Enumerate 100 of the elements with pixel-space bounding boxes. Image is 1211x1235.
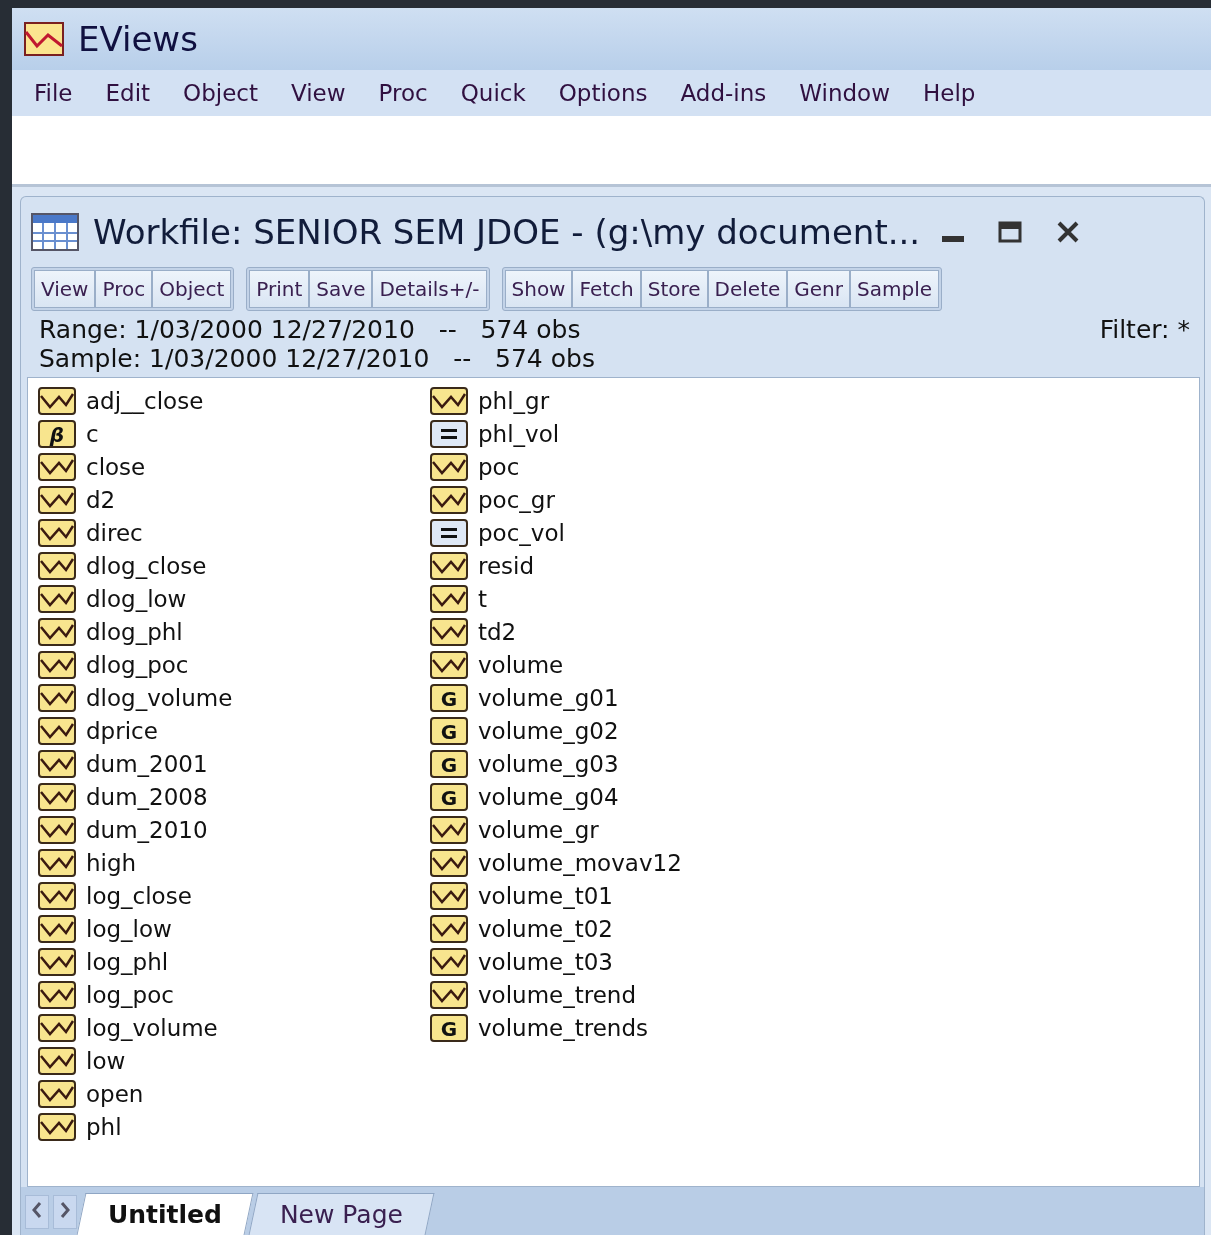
page-tab[interactable]: New Page bbox=[248, 1193, 435, 1235]
list-item-label[interactable]: poc_vol bbox=[478, 519, 565, 546]
list-item-label[interactable]: dlog_low bbox=[86, 585, 187, 612]
series-icon bbox=[430, 947, 468, 976]
list-item-label[interactable]: open bbox=[86, 1080, 144, 1107]
group-icon: G bbox=[430, 749, 468, 778]
list-item-label[interactable]: log_volume bbox=[86, 1014, 218, 1041]
toolbar-button[interactable]: Save bbox=[309, 270, 373, 308]
series-icon bbox=[430, 980, 468, 1009]
series-icon bbox=[38, 749, 76, 778]
list-item-label[interactable]: volume_g01 bbox=[478, 684, 619, 711]
list-item-label[interactable]: volume_t01 bbox=[478, 882, 613, 909]
menu-item[interactable]: Help bbox=[922, 80, 976, 106]
table-icon bbox=[31, 213, 79, 251]
app-title: EViews bbox=[78, 19, 198, 59]
list-item-label[interactable]: dlog_phl bbox=[86, 618, 183, 645]
toolbar-button[interactable]: Store bbox=[640, 270, 708, 308]
page-tab[interactable]: Untitled bbox=[76, 1193, 254, 1235]
menu-item[interactable]: Edit bbox=[105, 80, 151, 106]
list-item-label[interactable]: volume_gr bbox=[478, 816, 599, 843]
list-item-label[interactable]: volume bbox=[478, 651, 564, 678]
minimize-icon[interactable] bbox=[942, 236, 965, 242]
list-item-label[interactable]: direc bbox=[86, 519, 143, 546]
group-icon: G bbox=[430, 1013, 468, 1042]
series-icon bbox=[430, 848, 468, 877]
series-icon bbox=[38, 947, 76, 976]
list-item-label[interactable]: td2 bbox=[478, 618, 517, 645]
list-item-label[interactable]: volume_t02 bbox=[478, 915, 613, 942]
list-item-label[interactable]: dum_2008 bbox=[86, 783, 208, 810]
list-item-label[interactable]: volume_trends bbox=[478, 1014, 648, 1041]
list-item-label[interactable]: adj__close bbox=[86, 387, 204, 414]
toolbar-button[interactable]: Details+/- bbox=[372, 270, 487, 308]
menu-item[interactable]: File bbox=[34, 80, 73, 106]
group-icon: G bbox=[430, 782, 468, 811]
coefficient-icon: β bbox=[38, 419, 76, 448]
list-item-label[interactable]: volume_g04 bbox=[478, 783, 619, 810]
list-item-label[interactable]: dlog_volume bbox=[86, 684, 233, 711]
toolbar-button[interactable]: Genr bbox=[787, 270, 850, 308]
menu-item[interactable]: Object bbox=[183, 80, 258, 106]
list-item-label[interactable]: volume_g02 bbox=[478, 717, 619, 744]
list-item-label[interactable]: low bbox=[86, 1047, 126, 1074]
series-icon bbox=[430, 815, 468, 844]
list-item-label[interactable]: c bbox=[86, 420, 99, 447]
series-icon bbox=[38, 848, 76, 877]
menu-item[interactable]: View bbox=[290, 80, 346, 106]
series-icon bbox=[430, 452, 468, 481]
series-icon bbox=[38, 650, 76, 679]
menu-item[interactable]: Proc bbox=[378, 80, 428, 106]
toolbar-button[interactable]: Sample bbox=[850, 270, 939, 308]
list-item-label[interactable]: dprice bbox=[86, 717, 158, 744]
series-icon bbox=[38, 1046, 76, 1075]
list-item-label[interactable]: poc_gr bbox=[478, 486, 555, 513]
list-item-label[interactable]: volume_movav12 bbox=[478, 849, 682, 876]
list-item-label[interactable]: dlog_poc bbox=[86, 651, 189, 678]
toolbar-button[interactable]: Print bbox=[249, 270, 310, 308]
series-icon bbox=[38, 617, 76, 646]
sample-text: Sample: 1/03/2000 12/27/2010 -- 574 obs bbox=[39, 344, 595, 373]
list-item-label[interactable]: volume_t03 bbox=[478, 948, 613, 975]
menu-item[interactable]: Window bbox=[799, 80, 890, 106]
list-item-label[interactable]: phl bbox=[86, 1113, 122, 1140]
close-icon[interactable] bbox=[1056, 220, 1081, 244]
menu-item[interactable]: Quick bbox=[460, 80, 526, 106]
equation-icon bbox=[430, 419, 468, 448]
scroll-right-button[interactable] bbox=[53, 1195, 77, 1229]
group-icon: G bbox=[430, 683, 468, 712]
list-item-label[interactable]: phl_vol bbox=[478, 420, 560, 447]
series-icon bbox=[38, 1079, 76, 1108]
list-item-label[interactable]: log_poc bbox=[86, 981, 174, 1008]
series-icon bbox=[430, 386, 468, 415]
series-icon bbox=[430, 584, 468, 613]
series-icon bbox=[430, 617, 468, 646]
list-item-label[interactable]: volume_g03 bbox=[478, 750, 619, 777]
list-item-label[interactable]: close bbox=[86, 453, 146, 480]
series-icon bbox=[430, 485, 468, 514]
list-item-label[interactable]: phl_gr bbox=[478, 387, 550, 414]
series-icon bbox=[430, 551, 468, 580]
list-item-label[interactable]: log_low bbox=[86, 915, 172, 942]
toolbar-button[interactable]: Proc bbox=[95, 270, 153, 308]
list-item-label[interactable]: resid bbox=[478, 552, 535, 579]
scroll-left-button[interactable] bbox=[25, 1195, 49, 1229]
list-item-label[interactable]: dlog_close bbox=[86, 552, 207, 579]
list-item-label[interactable]: poc bbox=[478, 453, 520, 480]
list-item-label[interactable]: volume_trend bbox=[478, 981, 636, 1008]
toolbar-button[interactable]: Fetch bbox=[572, 270, 641, 308]
toolbar-button[interactable]: Delete bbox=[707, 270, 788, 308]
list-item-label[interactable]: t bbox=[478, 585, 488, 612]
toolbar-button[interactable]: Object bbox=[152, 270, 232, 308]
maximize-icon[interactable] bbox=[998, 221, 1023, 243]
menu-item[interactable]: Options bbox=[558, 80, 648, 106]
toolbar-button[interactable]: View bbox=[34, 270, 96, 308]
chevron-right-icon bbox=[60, 1201, 70, 1218]
list-item-label[interactable]: log_phl bbox=[86, 948, 169, 975]
list-item-label[interactable]: high bbox=[86, 849, 137, 876]
list-item-label[interactable]: d2 bbox=[86, 486, 116, 513]
list-item-label[interactable]: dum_2010 bbox=[86, 816, 208, 843]
menu-item[interactable]: Add-ins bbox=[680, 80, 767, 106]
series-icon bbox=[38, 782, 76, 811]
toolbar-button[interactable]: Show bbox=[504, 270, 573, 308]
list-item-label[interactable]: log_close bbox=[86, 882, 192, 909]
list-item-label[interactable]: dum_2001 bbox=[86, 750, 208, 777]
